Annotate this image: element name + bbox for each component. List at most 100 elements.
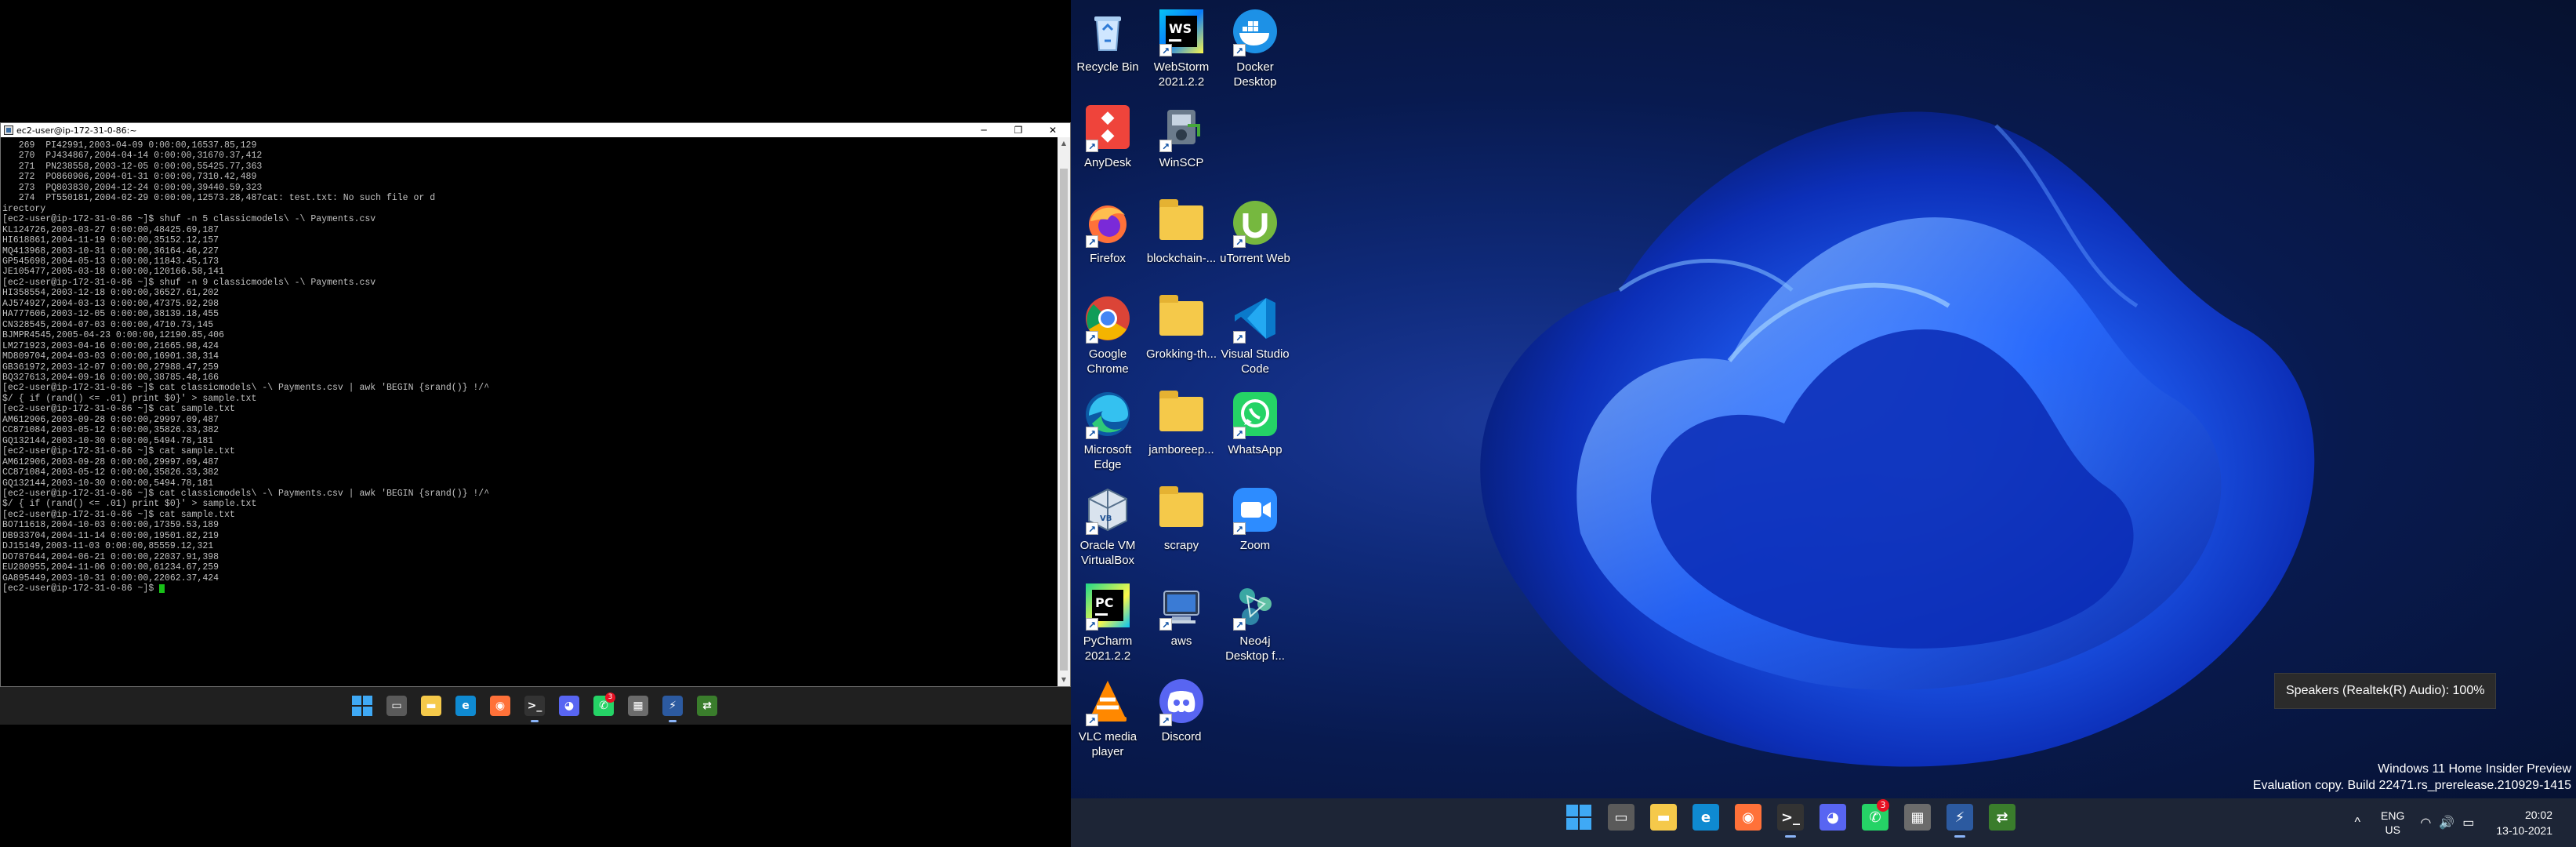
taskbar-discord-button[interactable]: ◕: [1812, 793, 1854, 842]
grokking-folder-icon: [1156, 293, 1206, 344]
taskbar-task-view-button[interactable]: ▭: [1600, 793, 1642, 842]
desktop-icon-utorrent-web[interactable]: ↗ uTorrent Web: [1218, 194, 1292, 287]
desktop-icon-scrapy-folder[interactable]: scrapy: [1145, 482, 1218, 574]
scrollbar-thumb[interactable]: [1060, 169, 1068, 671]
start-icon: [352, 696, 372, 716]
shortcut-arrow-icon: ↗: [1233, 618, 1246, 631]
terminal-line: [ec2-user@ip-172-31-0-86 ~]$ cat sample.…: [2, 446, 235, 457]
battery-icon[interactable]: ▭: [2462, 815, 2474, 831]
language-indicator[interactable]: ENG US: [2381, 809, 2404, 837]
windows-watermark: Windows 11 Home Insider Preview Evaluati…: [2253, 761, 2571, 794]
desktop-icon-label: scrapy: [1163, 539, 1199, 552]
taskbar-file-explorer-button[interactable]: ▬: [1642, 793, 1685, 842]
desktop-icon-label: WinSCP: [1159, 156, 1204, 169]
terminal-line: 269 PI42991,2003-04-09 0:00:00,16537.85,…: [2, 140, 257, 151]
desktop-icon-jamboree-folder[interactable]: jamboreep...: [1145, 386, 1218, 478]
taskbar-firefox-button[interactable]: ◉: [1727, 793, 1769, 842]
zoom-icon: ↗: [1230, 485, 1280, 535]
desktop-icon-grokking-folder[interactable]: Grokking-th...: [1145, 290, 1218, 383]
maximize-button[interactable]: ❐: [1001, 123, 1036, 137]
show-hidden-icons-chevron-icon[interactable]: ^: [2355, 816, 2361, 830]
desktop-icon-label: jamboreep...: [1148, 443, 1214, 456]
left-taskbar-icons: ▭ ▬ e ◉ >_ ◕ ✆ 3 ▦ ⚡ ⇄: [345, 687, 724, 725]
docker-desktop-icon: ↗: [1230, 6, 1280, 56]
desktop-icon-recycle-bin[interactable]: Recycle Bin: [1071, 3, 1145, 96]
edge-icon: e: [1693, 804, 1719, 831]
file-explorer-icon: ▬: [421, 696, 441, 716]
taskbar-putty-button[interactable]: ⚡: [1939, 793, 1981, 842]
desktop-icon-vlc-media-player[interactable]: ↗ VLC media player: [1071, 673, 1145, 765]
recycle-bin-icon: [1083, 6, 1133, 56]
shortcut-arrow-icon: ↗: [1233, 235, 1246, 248]
desktop-icon-oracle-vm-virtualbox[interactable]: VB ↗ Oracle VM VirtualBox: [1071, 482, 1145, 574]
taskbar-task-view-button[interactable]: ▭: [379, 687, 414, 725]
desktop-icon-docker-desktop[interactable]: ↗ Docker Desktop: [1218, 3, 1292, 96]
terminal-window[interactable]: ec2-user@ip-172-31-0-86:~ ─ ❐ ✕ 269 PI42…: [0, 122, 1071, 687]
scroll-down-icon[interactable]: ▼: [1058, 674, 1070, 686]
terminal-line: GB361972,2003-12-07 0:00:00,27988.47,259: [2, 362, 220, 373]
shortcut-arrow-icon: ↗: [1233, 44, 1246, 56]
terminal-output[interactable]: 269 PI42991,2003-04-09 0:00:00,16537.85,…: [1, 137, 1058, 686]
desktop-icon-label: Google Chrome: [1087, 347, 1129, 376]
desktop-icon-neo4j-desktop[interactable]: ↗ Neo4j Desktop f...: [1218, 577, 1292, 670]
volume-icon[interactable]: 🔊: [2439, 815, 2454, 831]
svg-text:WS: WS: [1169, 21, 1192, 36]
desktop-icon-aws[interactable]: ↗ aws: [1145, 577, 1218, 670]
taskbar-firefox-button[interactable]: ◉: [483, 687, 517, 725]
scroll-up-icon[interactable]: ▲: [1058, 137, 1070, 150]
taskbar-whatsapp-button[interactable]: ✆ 3: [586, 687, 621, 725]
taskbar-calculator-button[interactable]: ▦: [1896, 793, 1939, 842]
close-button[interactable]: ✕: [1036, 123, 1070, 137]
terminal-prompt-line[interactable]: [ec2-user@ip-172-31-0-86 ~]$: [2, 583, 1056, 594]
visual-studio-code-icon: ↗: [1230, 293, 1280, 344]
start-icon: [1566, 805, 1591, 830]
terminal-line: [ec2-user@ip-172-31-0-86 ~]$ shuf -n 5 c…: [2, 214, 376, 225]
desktop-icon-visual-studio-code[interactable]: ↗ Visual Studio Code: [1218, 290, 1292, 383]
desktop-icon-label: blockchain-...: [1146, 252, 1217, 265]
wifi-icon[interactable]: ◠: [2420, 815, 2431, 831]
desktop-icon-webstorm[interactable]: WS ↗ WebStorm 2021.2.2: [1145, 3, 1218, 96]
desktop-icon-anydesk[interactable]: ↗ AnyDesk: [1071, 99, 1145, 191]
taskbar-edge-button[interactable]: e: [448, 687, 483, 725]
desktop-icon-label: WebStorm 2021.2.2: [1153, 60, 1210, 89]
desktop-icon-whatsapp[interactable]: ↗ WhatsApp: [1218, 386, 1292, 478]
putty-icon: ⚡: [662, 696, 683, 716]
desktop-icon-microsoft-edge[interactable]: ↗ Microsoft Edge: [1071, 386, 1145, 478]
putty-app-icon[interactable]: [4, 125, 13, 135]
terminal-prompt: [ec2-user@ip-172-31-0-86 ~]$: [2, 583, 160, 594]
taskbar-discord-button[interactable]: ◕: [552, 687, 586, 725]
desktop-icon-google-chrome[interactable]: ↗ Google Chrome: [1071, 290, 1145, 383]
taskbar-start-button[interactable]: [1558, 793, 1600, 842]
minimize-button[interactable]: ─: [967, 123, 1001, 137]
taskbar-putty-button[interactable]: ⚡: [655, 687, 690, 725]
terminal-titlebar[interactable]: ec2-user@ip-172-31-0-86:~ ─ ❐ ✕: [1, 123, 1070, 137]
taskbar-file-explorer-button[interactable]: ▬: [414, 687, 448, 725]
taskbar-start-button[interactable]: [345, 687, 379, 725]
volume-tooltip: Speakers (Realtek(R) Audio): 100%: [2274, 673, 2497, 709]
desktop-icon-label: Visual Studio Code: [1221, 347, 1290, 376]
taskbar-terminal-button[interactable]: >_: [1769, 793, 1812, 842]
desktop-icon-label: PyCharm 2021.2.2: [1083, 634, 1133, 663]
taskbar-terminal-button[interactable]: >_: [517, 687, 552, 725]
taskbar-edge-button[interactable]: e: [1685, 793, 1727, 842]
terminal-line: LM271923,2003-04-16 0:00:00,21665.98,424: [2, 340, 220, 351]
desktop-icon-zoom[interactable]: ↗ Zoom: [1218, 482, 1292, 574]
taskbar-winscp-button[interactable]: ⇄: [690, 687, 724, 725]
taskbar-calculator-button[interactable]: ▦: [621, 687, 655, 725]
system-tray: ^ ENG US ◠ 🔊 ▭ 20:02 13-10-2021: [2355, 798, 2576, 847]
shortcut-arrow-icon: ↗: [1086, 235, 1098, 248]
desktop-icon-winscp[interactable]: ↗ WinSCP: [1145, 99, 1218, 191]
clock[interactable]: 20:02 13-10-2021: [2496, 807, 2552, 838]
taskbar-winscp-button[interactable]: ⇄: [1981, 793, 2023, 842]
winscp-icon: ↗: [1156, 102, 1206, 152]
desktop-icon-pycharm[interactable]: PC ↗ PyCharm 2021.2.2: [1071, 577, 1145, 670]
shortcut-arrow-icon: ↗: [1233, 331, 1246, 344]
taskbar-whatsapp-button[interactable]: ✆ 3: [1854, 793, 1896, 842]
terminal-scrollbar[interactable]: ▲ ▼: [1058, 137, 1070, 686]
desktop-icon-blockchain-folder[interactable]: blockchain-...: [1145, 194, 1218, 287]
desktop-icon-firefox[interactable]: ↗ Firefox: [1071, 194, 1145, 287]
shortcut-arrow-icon: ↗: [1159, 44, 1172, 56]
calculator-icon: ▦: [628, 696, 648, 716]
desktop-icon-discord[interactable]: ↗ Discord: [1145, 673, 1218, 765]
terminal-line: [ec2-user@ip-172-31-0-86 ~]$ cat sample.…: [2, 404, 235, 415]
